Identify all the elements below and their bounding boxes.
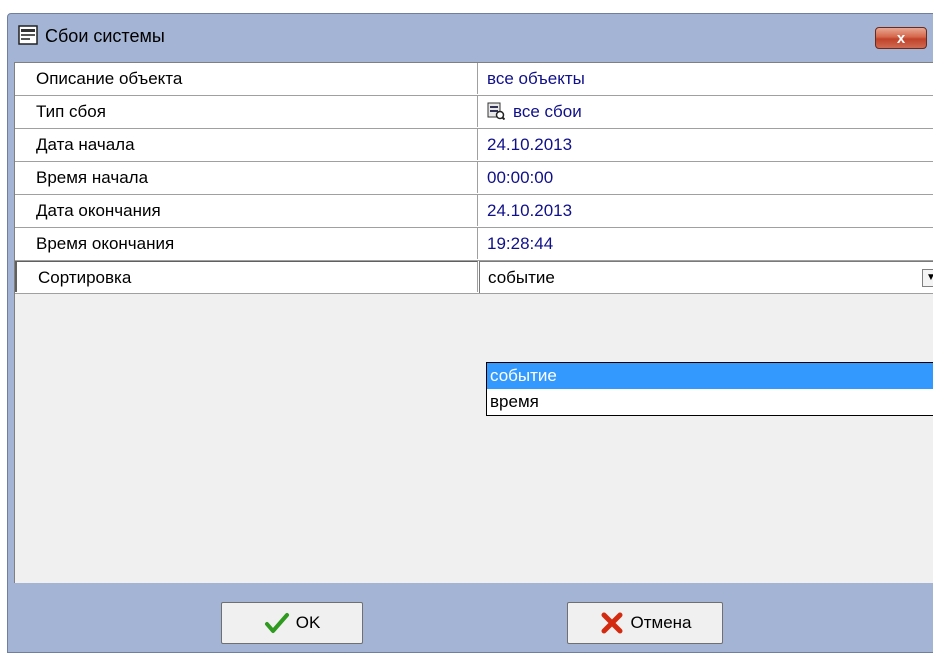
row-label: Сортировка xyxy=(15,261,478,292)
row-sorting[interactable]: Сортировка событие ▼ xyxy=(15,261,933,294)
ok-label: OK xyxy=(295,613,321,632)
row-label: Тип сбоя xyxy=(15,96,478,127)
cancel-button[interactable]: Отмена xyxy=(567,602,723,644)
row-start-date[interactable]: Дата начала 24.10.2013 xyxy=(15,129,933,162)
title-bar[interactable]: Сбои системы x xyxy=(8,14,933,60)
row-value[interactable]: 19:28:44 xyxy=(479,228,933,259)
row-label: Время окончания xyxy=(15,228,478,259)
sort-selected-value: событие xyxy=(488,268,555,287)
sort-select[interactable]: событие ▼ xyxy=(479,261,933,293)
ok-button[interactable]: OK xyxy=(221,602,363,644)
window-title: Сбои системы xyxy=(45,26,165,46)
cancel-label: Отмена xyxy=(630,613,692,632)
chevron-down-icon[interactable]: ▼ xyxy=(922,269,933,287)
close-button[interactable]: x xyxy=(875,27,927,49)
row-object-description[interactable]: Описание объекта все объекты xyxy=(15,63,933,96)
failure-type-icon xyxy=(487,102,505,120)
property-grid: Описание объекта все объекты Тип сбоя вс… xyxy=(15,63,933,294)
row-value[interactable]: все объекты xyxy=(479,63,933,94)
row-label: Время начала xyxy=(15,162,478,193)
dropdown-option-time[interactable]: время xyxy=(487,389,933,415)
dropdown-option-event[interactable]: событие xyxy=(487,363,933,389)
row-value: все сбои xyxy=(513,102,582,121)
row-end-date[interactable]: Дата окончания 24.10.2013 xyxy=(15,195,933,228)
cross-icon xyxy=(601,612,622,634)
row-value[interactable]: 00:00:00 xyxy=(479,162,933,193)
row-start-time[interactable]: Время начала 00:00:00 xyxy=(15,162,933,195)
close-icon: x xyxy=(896,29,906,47)
row-end-time[interactable]: Время окончания 19:28:44 xyxy=(15,228,933,261)
window-icon xyxy=(18,25,38,45)
sort-dropdown-list: событие время xyxy=(486,362,933,416)
row-label: Описание объекта xyxy=(15,63,478,94)
filter-panel: Описание объекта все объекты Тип сбоя вс… xyxy=(14,62,933,583)
row-value[interactable]: 24.10.2013 xyxy=(479,195,933,226)
row-failure-type[interactable]: Тип сбоя все сбои xyxy=(15,96,933,129)
system-failures-dialog: Сбои системы x Описание объекта все объе… xyxy=(7,13,933,653)
row-label: Дата начала xyxy=(15,129,478,160)
row-value-container[interactable]: все сбои xyxy=(479,96,933,127)
checkmark-icon xyxy=(264,613,289,633)
row-value[interactable]: 24.10.2013 xyxy=(479,129,933,160)
row-label: Дата окончания xyxy=(15,195,478,226)
